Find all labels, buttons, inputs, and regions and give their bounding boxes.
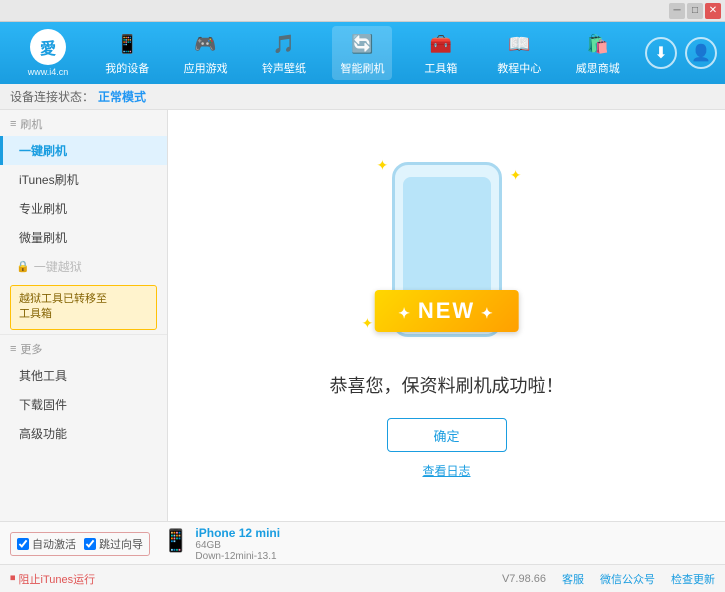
skip-wizard-label: 跳过向导 — [99, 536, 143, 552]
sidebar-item-other-tools[interactable]: 其他工具 — [0, 361, 167, 390]
sidebar-item-one-click-jailbreak: 🔒 一键越狱 — [0, 252, 167, 281]
close-button[interactable]: ✕ — [705, 3, 721, 19]
nav-label-toolbox: 工具箱 — [424, 60, 457, 76]
device-section: 📱 iPhone 12 mini 64GB Down-12mini-13.1 — [162, 526, 280, 562]
sparkle-2: ✦ — [510, 167, 522, 184]
sidebar-item-advanced-func[interactable]: 高级功能 — [0, 419, 167, 448]
update-link[interactable]: 检查更新 — [671, 571, 715, 587]
view-log-link[interactable]: 查看日志 — [422, 462, 470, 479]
flash-section-header: ≡ 刷机 — [0, 110, 167, 136]
jailbreak-notice-line2: 工具箱 — [19, 307, 148, 322]
flash-section-label: 刷机 — [20, 116, 42, 132]
bottom-bar-right: V7.98.66 客服 微信公众号 检查更新 — [502, 571, 715, 587]
user-btn[interactable]: 👤 — [685, 37, 717, 69]
maximize-button[interactable]: □ — [687, 3, 703, 19]
nav-right: ⬇ 👤 — [645, 37, 717, 69]
my-device-icon: 📱 — [113, 30, 141, 58]
toolbox-icon: 🧰 — [427, 30, 455, 58]
nav-label-my-device: 我的设备 — [105, 60, 149, 76]
nav-label-tutorials: 教程中心 — [497, 60, 541, 76]
nav-label-weisi-mall: 威思商城 — [576, 60, 620, 76]
sidebar-item-one-click-flash[interactable]: 一键刷机 — [0, 136, 167, 165]
auto-launch-checkbox-label[interactable]: 自动激活 — [17, 536, 76, 552]
logo-text: www.i4.cn — [28, 67, 69, 77]
weisi-mall-icon: 🛍️ — [584, 30, 612, 58]
confirm-button[interactable]: 确定 — [387, 418, 507, 452]
wechat-link[interactable]: 微信公众号 — [600, 571, 655, 587]
checkbox-group: 自动激活 跳过向导 — [10, 532, 150, 556]
stop-itunes-button[interactable]: ⏹ 阻止iTunes运行 — [10, 571, 95, 587]
bottom-left-group: 自动激活 跳过向导 📱 iPhone 12 mini 64GB Down-12m… — [10, 526, 280, 562]
main-layout: ≡ 刷机 一键刷机 iTunes刷机 专业刷机 微量刷机 🔒 一键越狱 越狱工具… — [0, 110, 725, 521]
nav-label-smart-flash: 智能刷机 — [340, 60, 384, 76]
minimize-button[interactable]: ─ — [669, 3, 685, 19]
status-bar: 设备连接状态： 正常模式 — [0, 84, 725, 110]
title-bar: ─ □ ✕ — [0, 0, 725, 22]
success-title: 恭喜您，保资料刷机成功啦！ — [330, 372, 564, 398]
nav-item-smart-flash[interactable]: 🔄 智能刷机 — [332, 26, 392, 80]
auto-launch-checkbox[interactable] — [17, 538, 29, 550]
more-section: ≡ 更多 其他工具 下载固件 高级功能 — [0, 334, 167, 448]
skip-wizard-checkbox[interactable] — [84, 538, 96, 550]
more-section-header: ≡ 更多 — [0, 335, 167, 361]
bottom-bar-left: ⏹ 阻止iTunes运行 — [10, 571, 95, 587]
bottom-device-row: 自动激活 跳过向导 📱 iPhone 12 mini 64GB Down-12m… — [0, 521, 725, 564]
service-link[interactable]: 客服 — [562, 571, 584, 587]
success-image: ✦ ✦ ✦ NEW — [347, 152, 547, 352]
sidebar: ≡ 刷机 一键刷机 iTunes刷机 专业刷机 微量刷机 🔒 一键越狱 越狱工具… — [0, 110, 168, 521]
apps-games-icon: 🎮 — [192, 30, 220, 58]
sidebar-item-pro-flash[interactable]: 专业刷机 — [0, 194, 167, 223]
auto-launch-label: 自动激活 — [32, 536, 76, 552]
logo-circle: 愛 — [30, 29, 66, 65]
status-value: 正常模式 — [98, 88, 146, 105]
stop-itunes-label: 阻止iTunes运行 — [19, 571, 96, 587]
nav-item-my-device[interactable]: 📱 我的设备 — [97, 26, 157, 80]
skip-wizard-checkbox-label[interactable]: 跳过向导 — [84, 536, 143, 552]
more-section-label: 更多 — [20, 341, 42, 357]
jailbreak-label: 一键越狱 — [34, 258, 82, 275]
nav-item-apps-games[interactable]: 🎮 应用游戏 — [176, 26, 236, 80]
sparkle-1: ✦ — [377, 157, 389, 174]
device-name: iPhone 12 mini — [195, 526, 280, 540]
sparkle-3: ✦ — [362, 315, 374, 332]
more-section-icon: ≡ — [10, 343, 16, 355]
new-ribbon: NEW — [374, 290, 519, 332]
content-area: ✦ ✦ ✦ NEW 恭喜您，保资料刷机成功啦！ 确定 查看日志 — [168, 110, 725, 521]
bottom-bar: ⏹ 阻止iTunes运行 V7.98.66 客服 微信公众号 检查更新 — [0, 564, 725, 592]
sidebar-item-itunes-flash[interactable]: iTunes刷机 — [0, 165, 167, 194]
nav-item-ringtones[interactable]: 🎵 铃声壁纸 — [254, 26, 314, 80]
lock-icon: 🔒 — [16, 260, 30, 273]
nav-label-ringtones: 铃声壁纸 — [262, 60, 306, 76]
sidebar-item-micro-flash[interactable]: 微量刷机 — [0, 223, 167, 252]
download-btn[interactable]: ⬇ — [645, 37, 677, 69]
nav-bar: 愛 www.i4.cn 📱 我的设备 🎮 应用游戏 🎵 铃声壁纸 🔄 智能刷机 … — [0, 22, 725, 84]
device-storage: 64GB — [195, 540, 280, 551]
flash-section-icon: ≡ — [10, 118, 16, 130]
stop-itunes-icon: ⏹ — [10, 572, 16, 585]
jailbreak-notice: 越狱工具已转移至 工具箱 — [10, 285, 157, 330]
device-texts: iPhone 12 mini 64GB Down-12mini-13.1 — [195, 526, 280, 562]
nav-items: 📱 我的设备 🎮 应用游戏 🎵 铃声壁纸 🔄 智能刷机 🧰 工具箱 📖 教程中心… — [88, 26, 637, 80]
jailbreak-notice-line1: 越狱工具已转移至 — [19, 292, 148, 307]
nav-item-tutorials[interactable]: 📖 教程中心 — [489, 26, 549, 80]
device-version: Down-12mini-13.1 — [195, 551, 280, 562]
nav-item-weisi-mall[interactable]: 🛍️ 威思商城 — [568, 26, 628, 80]
ringtones-icon: 🎵 — [270, 30, 298, 58]
nav-item-toolbox[interactable]: 🧰 工具箱 — [411, 26, 471, 80]
nav-logo: 愛 www.i4.cn — [8, 29, 88, 77]
device-phone-icon: 📱 — [162, 528, 189, 554]
version-label: V7.98.66 — [502, 573, 546, 585]
nav-label-apps-games: 应用游戏 — [184, 60, 228, 76]
smart-flash-icon: 🔄 — [348, 30, 376, 58]
status-label: 设备连接状态： — [10, 88, 94, 105]
sidebar-item-download-firmware[interactable]: 下载固件 — [0, 390, 167, 419]
tutorials-icon: 📖 — [505, 30, 533, 58]
